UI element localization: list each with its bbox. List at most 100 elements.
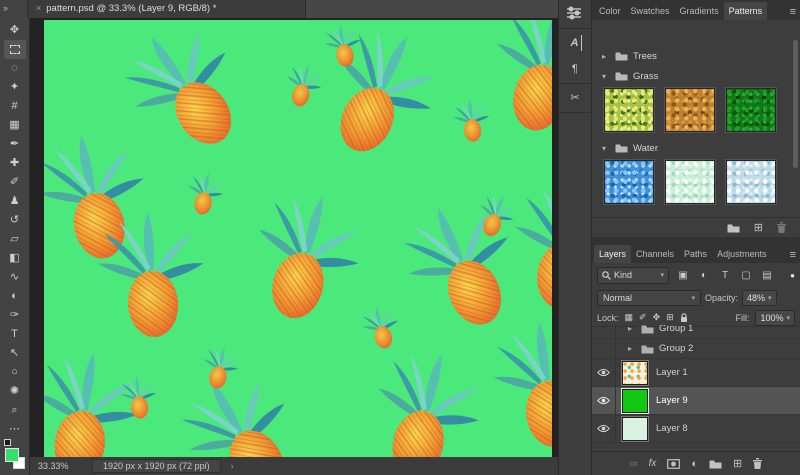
link-layers-icon[interactable]: ∞ xyxy=(630,458,638,470)
collapse-down-icon[interactable]: ▾ xyxy=(602,144,610,153)
tab-close-icon[interactable]: × xyxy=(36,3,41,13)
foreground-color-swatch[interactable] xyxy=(4,448,19,462)
new-pattern-group-icon[interactable] xyxy=(727,223,740,233)
document-canvas[interactable] xyxy=(44,20,552,457)
clone-stamp-tool[interactable]: ♟ xyxy=(4,192,26,211)
layer-effects-icon[interactable]: fx xyxy=(649,458,657,470)
visibility-column[interactable] xyxy=(592,359,616,386)
character-panel-icon[interactable]: A xyxy=(569,35,582,51)
ellipse-tool[interactable]: ○ xyxy=(4,363,26,382)
tab-color[interactable]: Color xyxy=(594,2,626,20)
patterns-scrollbar[interactable] xyxy=(793,40,798,168)
lock-transparency-icon[interactable]: ▦ xyxy=(625,312,634,323)
tab-paths[interactable]: Paths xyxy=(679,245,712,263)
default-colors-icon[interactable] xyxy=(3,439,11,446)
new-layer-icon[interactable]: ⊞ xyxy=(733,458,742,470)
pattern-swatch-grass-light[interactable] xyxy=(603,87,655,133)
filter-type-layers-icon[interactable]: T xyxy=(718,270,732,281)
magic-wand-tool[interactable]: ✦ xyxy=(4,78,26,97)
tab-layers[interactable]: Layers xyxy=(594,245,632,263)
collapse-right-icon[interactable]: ▸ xyxy=(628,325,636,333)
move-tool[interactable]: ✥ xyxy=(4,21,26,40)
eraser-tool[interactable]: ▱ xyxy=(4,230,26,249)
frame-tool[interactable]: ▦ xyxy=(4,116,26,135)
new-adjustment-layer-icon[interactable]: ◐ xyxy=(691,458,698,470)
pattern-group-water[interactable]: ▾ Water xyxy=(592,138,800,158)
scissors-panel-icon[interactable]: ✂ xyxy=(566,90,584,106)
path-selection-tool[interactable]: ↖ xyxy=(4,344,26,363)
layers-panel-menu-icon[interactable]: ≡ xyxy=(790,249,800,263)
visibility-column[interactable] xyxy=(592,387,616,414)
dodge-tool[interactable]: ◐ xyxy=(4,287,26,306)
layer-row-group-2[interactable]: ▸ Group 2 xyxy=(592,339,800,359)
history-brush-tool[interactable]: ↺ xyxy=(4,211,26,230)
visibility-column[interactable] xyxy=(592,415,616,442)
status-options-icon[interactable]: › xyxy=(231,461,234,471)
delete-layer-icon[interactable] xyxy=(753,458,763,469)
paragraph-panel-icon[interactable]: ¶ xyxy=(566,61,584,77)
gradient-tool[interactable]: ◧ xyxy=(4,249,26,268)
zoom-tool[interactable]: ⌕ xyxy=(4,401,26,420)
pattern-group-trees[interactable]: ▸ Trees xyxy=(592,46,800,66)
more-tools-icon[interactable]: ⋯ xyxy=(4,420,26,439)
filter-toggle-icon[interactable]: ● xyxy=(790,271,795,280)
tab-adjustments[interactable]: Adjustments xyxy=(712,245,772,263)
blend-mode-dropdown[interactable]: Normal ▾ xyxy=(597,290,701,306)
type-tool[interactable]: T xyxy=(4,325,26,344)
brush-tool[interactable]: ✐ xyxy=(4,173,26,192)
pattern-swatch-grass-dark[interactable] xyxy=(725,87,777,133)
pattern-group-grass[interactable]: ▾ Grass xyxy=(592,66,800,86)
filter-smart-objects-icon[interactable]: ▤ xyxy=(760,270,774,281)
zoom-level-field[interactable]: 33.33% xyxy=(38,461,84,471)
layer-row-layer-9[interactable]: Layer 9 xyxy=(592,387,800,415)
tab-swatches[interactable]: Swatches xyxy=(626,2,675,20)
fill-value-box[interactable]: 100% ▾ xyxy=(755,309,795,326)
filter-pixel-layers-icon[interactable]: ▣ xyxy=(676,270,690,281)
layer-thumbnail[interactable] xyxy=(621,387,649,414)
new-group-icon[interactable] xyxy=(709,459,722,469)
opacity-value-box[interactable]: 48% ▾ xyxy=(742,290,777,306)
pattern-swatch-water-blue[interactable] xyxy=(603,159,655,205)
lock-all-icon[interactable] xyxy=(680,312,688,323)
layer-row-group-1[interactable]: ▸ Group 1 xyxy=(592,325,800,339)
lock-paint-icon[interactable]: ✐ xyxy=(639,312,647,323)
properties-panel-icon[interactable] xyxy=(566,6,584,22)
smudge-tool[interactable]: ∿ xyxy=(4,268,26,287)
rectangular-marquee-tool[interactable] xyxy=(3,40,26,59)
patterns-panel-menu-icon[interactable]: ≡ xyxy=(790,6,800,20)
lock-artboard-icon[interactable]: ⊞ xyxy=(666,312,674,323)
tab-gradients[interactable]: Gradients xyxy=(675,2,724,20)
layer-thumbnail[interactable] xyxy=(621,359,649,386)
layer-thumbnail[interactable] xyxy=(621,415,649,442)
filter-adjustment-layers-icon[interactable]: ◐ xyxy=(697,270,711,281)
collapse-right-icon[interactable]: ▸ xyxy=(628,344,636,353)
visibility-column[interactable] xyxy=(592,325,616,338)
filter-shape-layers-icon[interactable]: ▢ xyxy=(739,270,753,281)
crop-tool[interactable]: # xyxy=(4,97,26,116)
tab-patterns[interactable]: Patterns xyxy=(723,2,768,20)
eyedropper-tool[interactable]: ✒ xyxy=(4,135,26,154)
delete-pattern-icon[interactable] xyxy=(777,222,786,233)
pen-tool[interactable]: ✑ xyxy=(4,306,26,325)
lock-position-icon[interactable]: ✥ xyxy=(653,312,661,323)
eye-icon[interactable] xyxy=(597,396,610,405)
collapse-down-icon[interactable]: ▾ xyxy=(602,72,610,81)
tab-channels[interactable]: Channels xyxy=(631,245,679,263)
pattern-swatch-grass-dry[interactable] xyxy=(664,87,716,133)
pattern-swatch-water-mint[interactable] xyxy=(664,159,716,205)
pattern-swatch-water-ice[interactable] xyxy=(725,159,777,205)
document-tab[interactable]: × pattern.psd @ 33.3% (Layer 9, RGB/8) * xyxy=(28,0,306,18)
toolbar-collapse-icon[interactable]: » xyxy=(0,0,28,18)
healing-brush-tool[interactable]: ✚ xyxy=(4,154,26,173)
layer-row-layer-8[interactable]: Layer 8 xyxy=(592,415,800,443)
filter-kind-dropdown[interactable]: Kind ▾ xyxy=(597,266,669,284)
collapse-right-icon[interactable]: ▸ xyxy=(602,52,610,61)
new-pattern-icon[interactable]: ⊞ xyxy=(754,222,763,234)
lasso-tool[interactable]: ◌ xyxy=(4,59,26,78)
layer-row-layer-1[interactable]: Layer 1 xyxy=(592,359,800,387)
add-layer-mask-icon[interactable] xyxy=(667,458,681,469)
hand-tool[interactable]: ✺ xyxy=(4,382,26,401)
visibility-column[interactable] xyxy=(592,339,616,358)
eye-icon[interactable] xyxy=(597,424,610,433)
eye-icon[interactable] xyxy=(597,368,610,377)
